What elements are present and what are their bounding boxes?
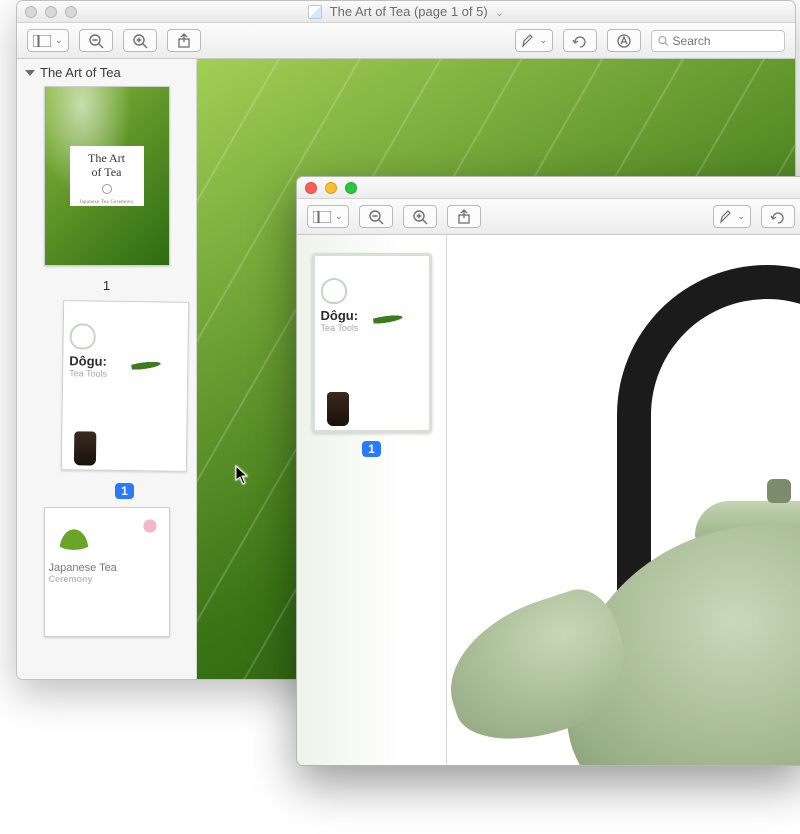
zoom-dot-inactive[interactable]: [65, 6, 77, 18]
thumbnail-dogu-selected[interactable]: Dôgu: Tea Tools: [312, 253, 432, 433]
close-dot-inactive[interactable]: [25, 6, 37, 18]
markup-icon: [616, 33, 632, 49]
page-number-1: 1: [103, 278, 110, 293]
zoom-in-button[interactable]: [403, 205, 437, 228]
search-input[interactable]: [673, 34, 778, 48]
sidebar-title: The Art of Tea: [40, 65, 121, 80]
sidebar-heading[interactable]: The Art of Tea: [25, 65, 188, 80]
minimize-dot-inactive[interactable]: [45, 6, 57, 18]
preview-window-front: ⌄: [296, 176, 800, 766]
search-icon: [658, 35, 669, 47]
cover-line2: of Tea: [70, 166, 144, 180]
thumbnail-page-1[interactable]: The Art of Tea Japanese Tea Ceremony: [44, 86, 170, 266]
view-mode-button[interactable]: ⌄: [27, 29, 69, 52]
cursor-arrow: [235, 465, 249, 485]
highlight-button[interactable]: ⌄: [515, 29, 553, 52]
zoom-in-button[interactable]: [123, 29, 157, 52]
toolbar-back: ⌄: [17, 23, 795, 59]
japan-subheading: Ceremony: [49, 574, 165, 584]
highlight-icon: [521, 34, 535, 48]
chevron-down-icon: ⌄: [737, 211, 745, 222]
rotate-button[interactable]: [563, 29, 597, 52]
document-canvas-front[interactable]: [447, 235, 800, 765]
title-dropdown-icon[interactable]: ⌄: [495, 8, 503, 19]
share-icon: [177, 33, 191, 49]
minimize-button[interactable]: [325, 182, 337, 194]
rotate-icon: [770, 210, 786, 224]
zoom-out-button[interactable]: [359, 205, 393, 228]
titlebar-back[interactable]: The Art of Tea (page 1 of 5) ⌄: [17, 1, 795, 23]
share-button[interactable]: [447, 205, 481, 228]
chevron-down-icon: ⌄: [55, 35, 63, 46]
close-button[interactable]: [305, 182, 317, 194]
markup-button[interactable]: [607, 29, 641, 52]
cover-line1: The Art: [70, 152, 144, 166]
search-field[interactable]: [651, 30, 785, 52]
highlight-icon: [719, 210, 733, 224]
cover-subtitle: Japanese Tea Ceremony: [70, 200, 144, 206]
japan-heading: Japanese Tea: [49, 562, 165, 574]
thumbnail-japanese-tea[interactable]: Japanese Tea Ceremony: [44, 507, 170, 637]
traffic-lights[interactable]: [305, 182, 357, 194]
teapot-image: [477, 235, 800, 765]
disclosure-triangle-icon[interactable]: [25, 70, 35, 76]
share-button[interactable]: [167, 29, 201, 52]
zoom-out-icon: [368, 209, 384, 225]
thumbnails-sidebar-front[interactable]: Dôgu: Tea Tools 1: [297, 235, 447, 765]
zoom-out-icon: [88, 33, 104, 49]
document-icon: [308, 5, 322, 19]
thumbnail-dogu-dragging[interactable]: Dôgu: Tea Tools: [60, 300, 188, 472]
window-title-text: The Art of Tea (page 1 of 5): [330, 4, 488, 19]
toolbar-front: ⌄: [297, 199, 800, 235]
drag-count-badge: 1: [115, 483, 134, 499]
zoom-button[interactable]: [345, 182, 357, 194]
chevron-down-icon: ⌄: [539, 35, 547, 46]
zoom-in-icon: [132, 33, 148, 49]
sidebar-view-icon: [313, 211, 331, 223]
zoom-out-button[interactable]: [79, 29, 113, 52]
rotate-icon: [572, 34, 588, 48]
chevron-down-icon: ⌄: [335, 211, 343, 222]
highlight-button[interactable]: ⌄: [713, 205, 751, 228]
thumbnails-sidebar-back[interactable]: The Art of Tea The Art of Tea Japanese T…: [17, 59, 197, 679]
rotate-button[interactable]: [761, 205, 795, 228]
zoom-in-icon: [412, 209, 428, 225]
view-mode-button[interactable]: ⌄: [307, 205, 349, 228]
window-title: The Art of Tea (page 1 of 5) ⌄: [17, 4, 795, 19]
sidebar-view-icon: [33, 35, 51, 47]
share-icon: [457, 209, 471, 225]
traffic-lights-inactive[interactable]: [25, 6, 77, 18]
cover-card: The Art of Tea Japanese Tea Ceremony: [70, 146, 144, 206]
titlebar-front[interactable]: [297, 177, 800, 199]
page-badge: 1: [362, 441, 381, 457]
